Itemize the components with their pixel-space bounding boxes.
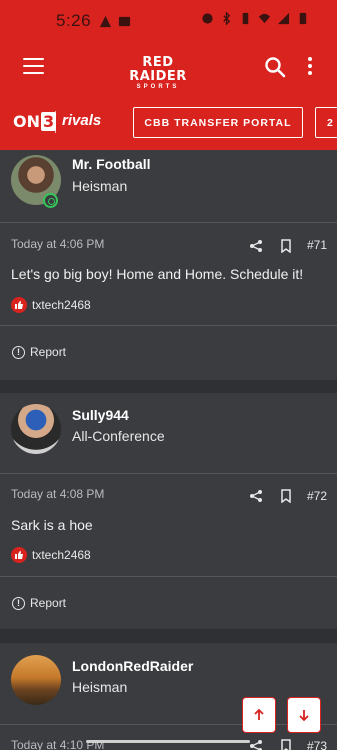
user-title: Heisman — [72, 679, 128, 695]
user-title: Heisman — [72, 178, 128, 194]
online-status-icon — [43, 193, 58, 208]
thumbs-up-icon — [11, 297, 27, 313]
top-navigation-bar: RED RAIDER SPORTS — [0, 42, 337, 94]
liked-by-user[interactable]: txtech2468 — [32, 298, 91, 312]
scroll-up-button[interactable] — [242, 697, 276, 733]
post-timestamp[interactable]: Today at 4:06 PM — [11, 237, 104, 251]
username[interactable]: Mr. Football — [72, 156, 151, 172]
divider — [0, 222, 337, 223]
avatar[interactable] — [11, 655, 61, 705]
image-icon — [119, 16, 131, 26]
post-timestamp[interactable]: Today at 4:08 PM — [11, 487, 104, 501]
report-label: Report — [30, 596, 67, 610]
divider — [0, 576, 337, 577]
post-number[interactable]: #73 — [307, 739, 327, 750]
logo-divider — [55, 111, 56, 133]
post-separator — [0, 629, 337, 643]
share-icon[interactable] — [249, 239, 263, 253]
logo-subtext: SPORTS — [136, 84, 180, 90]
bookmark-icon[interactable] — [279, 739, 293, 750]
gesture-bar[interactable] — [86, 740, 250, 743]
post-body: Let's go big boy! Home and Home. Schedul… — [11, 266, 304, 282]
menu-icon[interactable] — [23, 58, 44, 74]
bluetooth-icon — [223, 12, 231, 25]
reaction-summary[interactable]: txtech2468 — [11, 547, 91, 563]
app-root: 5:26 RED RAIDER SPORTS ON 3 rivals CBB T… — [0, 0, 337, 750]
logo-text: RED RAIDER — [129, 55, 187, 84]
reaction-summary[interactable]: txtech2468 — [11, 297, 91, 313]
on3-logo-prefix: ON — [13, 112, 40, 131]
share-icon[interactable] — [249, 489, 263, 503]
alarm-icon — [202, 13, 213, 24]
status-notification-icons — [99, 15, 131, 28]
bookmark-icon[interactable] — [279, 239, 293, 253]
more-vert-icon[interactable] — [306, 57, 314, 77]
avatar[interactable] — [11, 404, 61, 454]
report-icon: ! — [12, 345, 25, 359]
warning-icon — [100, 15, 112, 27]
status-system-icons — [201, 12, 309, 25]
post-separator — [0, 380, 337, 393]
divider — [0, 325, 337, 326]
next-nav-button[interactable]: 2 — [315, 107, 337, 138]
scroll-down-button[interactable] — [287, 697, 321, 733]
thumbs-up-icon — [11, 547, 27, 563]
on3-logo[interactable]: ON 3 — [13, 112, 57, 131]
report-label: Report — [30, 345, 67, 359]
report-icon: ! — [12, 596, 25, 610]
transfer-portal-button[interactable]: CBB TRANSFER PORTAL — [133, 107, 303, 138]
report-button[interactable]: ! Report — [12, 345, 66, 359]
signal-icon — [277, 12, 290, 25]
post-number[interactable]: #71 — [307, 238, 327, 252]
bookmark-icon[interactable] — [279, 489, 293, 503]
site-logo[interactable]: RED RAIDER SPORTS — [112, 56, 204, 91]
rivals-logo[interactable]: rivals — [62, 112, 101, 129]
post-71: Mr. Football Heisman Today at 4:06 PM #7… — [0, 150, 337, 380]
report-button[interactable]: ! Report — [12, 596, 66, 610]
status-time: 5:26 — [56, 11, 92, 30]
username[interactable]: LondonRedRaider — [72, 658, 193, 674]
arrow-up-icon — [254, 708, 264, 720]
status-bar: 5:26 — [0, 0, 337, 42]
post-73: LondonRedRaider Heisman Today at 4:10 PM… — [0, 643, 337, 750]
username[interactable]: Sully944 — [72, 407, 129, 423]
arrow-down-icon — [299, 710, 309, 722]
user-title: All-Conference — [72, 428, 165, 444]
liked-by-user[interactable]: txtech2468 — [32, 548, 91, 562]
network-bar: ON 3 rivals CBB TRANSFER PORTAL 2 — [0, 94, 337, 150]
post-72: Sully944 All-Conference Today at 4:08 PM… — [0, 393, 337, 629]
post-number[interactable]: #72 — [307, 489, 327, 503]
share-icon[interactable] — [249, 739, 263, 750]
vibrate-icon — [242, 12, 249, 25]
divider — [0, 473, 337, 474]
post-body: Sark is a hoe — [11, 517, 93, 533]
battery-icon — [299, 12, 307, 25]
wifi-icon — [258, 13, 271, 24]
on3-logo-number: 3 — [41, 112, 57, 131]
search-icon[interactable] — [264, 56, 286, 78]
